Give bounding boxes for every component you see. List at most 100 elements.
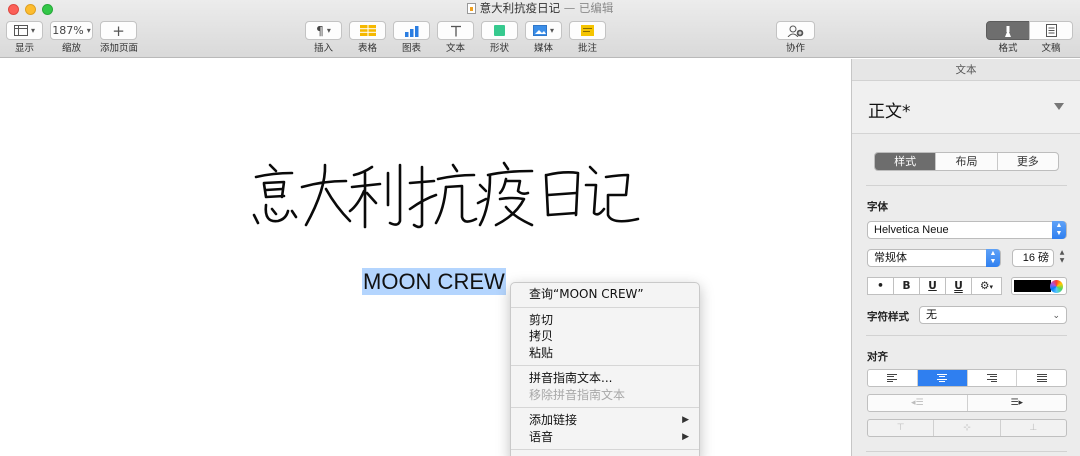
up-down-chevron-icon: ▲ ▼ — [1052, 221, 1066, 239]
font-section-label: 字体 — [867, 201, 888, 213]
menu-item-speech-label: 语音 — [529, 429, 554, 444]
media-label: 媒体 — [533, 43, 553, 54]
window-edited-status: — 已编辑 — [563, 1, 614, 15]
char-style-value: 无 — [926, 309, 937, 321]
align-right-button[interactable] — [968, 370, 1018, 386]
tab-more[interactable]: 更多 — [998, 153, 1058, 170]
bar-chart-icon — [404, 25, 418, 37]
window-title: 意大利抗疫日记 — 已编辑 — [0, 1, 1080, 15]
document-label: 文稿 — [1041, 43, 1061, 54]
toolbar: 意大利抗疫日记 — 已编辑 ▾ 显示 187% ▾ 缩放 + 添加页面 ¶ ▾ 插入… — [0, 0, 1080, 58]
font-size-field[interactable]: 16 磅 — [1012, 249, 1054, 267]
menu-item-add-link-label: 添加链接 — [529, 413, 578, 427]
increase-indent-button[interactable]: ☰▸ — [968, 395, 1067, 411]
plus-icon: + — [112, 21, 125, 40]
decrease-indent-button[interactable]: ◂☰ — [868, 395, 968, 411]
indent-buttons: ◂☰ ☰▸ — [867, 394, 1067, 412]
comment-label: 批注 — [577, 43, 597, 54]
context-menu: 查询“MOON CREW” 剪切 拷贝 粘贴 拼音指南文本... 移除拼音指南文… — [510, 282, 700, 456]
format-inspector: 文本 正文* 样式 布局 更多 字体 Helvetica Neue ▲ ▼ 常规体… — [851, 59, 1080, 456]
text-format-buttons: • B U U ⚙▾ — [867, 277, 1002, 295]
zoom-popup[interactable]: 187% ▾ — [50, 21, 93, 40]
format-label: 格式 — [998, 43, 1018, 54]
insert-button[interactable]: ¶ ▾ — [305, 21, 342, 40]
double-underline-button[interactable]: U — [945, 277, 972, 295]
format-inspector-button[interactable] — [986, 21, 1030, 40]
add-page-button[interactable]: + — [100, 21, 137, 40]
font-family-popup[interactable]: Helvetica Neue ▲ ▼ — [867, 221, 1067, 239]
bullet-button[interactable]: • — [867, 277, 894, 295]
submenu-arrow-icon: ▶ — [682, 415, 689, 425]
up-down-chevron-icon: ▲ ▼ — [986, 249, 1000, 267]
collaborate-icon — [787, 25, 804, 37]
chevron-down-icon: ▾ — [989, 283, 993, 291]
submenu-arrow-icon: ▶ — [682, 431, 689, 442]
text-options-button[interactable]: ⚙▾ — [971, 277, 1002, 295]
underline-button[interactable]: U — [919, 277, 946, 295]
align-top-icon: ⊤ — [896, 423, 905, 433]
menu-item-phonetic-guide[interactable]: 拼音指南文本... — [511, 370, 699, 387]
align-section-label: 对齐 — [867, 351, 888, 363]
document-canvas[interactable]: MOON CREW — [0, 59, 851, 456]
zoom-label: 缩放 — [61, 43, 81, 54]
media-button[interactable]: ▾ — [525, 21, 562, 40]
menu-item-copy[interactable]: 拷贝 — [511, 328, 699, 345]
zoom-value: 187% — [52, 24, 84, 37]
font-size-stepper[interactable]: ▲ ▼ — [1057, 249, 1067, 267]
text-button[interactable] — [437, 21, 474, 40]
table-label: 表格 — [357, 43, 377, 54]
table-button[interactable] — [349, 21, 386, 40]
document-inspector-button[interactable] — [1029, 21, 1073, 40]
sidebar-view-icon — [13, 25, 28, 36]
align-middle-button[interactable]: ⊹ — [934, 420, 1001, 436]
table-icon — [359, 25, 376, 36]
add-page-label: 添加页面 — [99, 43, 138, 54]
disclosure-triangle-icon — [1054, 103, 1064, 110]
chevron-down-icon: ⌄ — [1052, 310, 1060, 320]
chevron-down-icon: ▾ — [86, 26, 91, 35]
align-right-icon — [986, 372, 997, 384]
bold-button[interactable]: B — [893, 277, 920, 295]
chart-button[interactable] — [393, 21, 430, 40]
comment-button[interactable] — [569, 21, 606, 40]
tab-layout[interactable]: 布局 — [936, 153, 998, 170]
align-justify-button[interactable] — [1017, 370, 1066, 386]
color-wheel-icon[interactable] — [1050, 280, 1063, 293]
shape-label: 形状 — [489, 43, 509, 54]
align-bottom-button[interactable]: ⊥ — [1001, 420, 1066, 436]
char-style-popup[interactable]: 无 ⌄ — [919, 306, 1067, 324]
menu-item-paste[interactable]: 粘贴 — [511, 345, 699, 362]
align-left-button[interactable] — [868, 370, 918, 386]
selected-text[interactable]: MOON CREW — [362, 268, 506, 295]
menu-item-lookup[interactable]: 查询“MOON CREW” — [511, 286, 699, 303]
align-top-button[interactable]: ⊤ — [868, 420, 935, 436]
menu-item-add-link[interactable]: 添加链接 ▶ — [511, 412, 699, 429]
align-middle-icon: ⊹ — [963, 423, 971, 433]
menu-item-cut[interactable]: 剪切 — [511, 312, 699, 329]
alignment-buttons — [867, 369, 1067, 387]
tab-style[interactable]: 样式 — [875, 153, 937, 170]
text-color-well[interactable] — [1011, 277, 1067, 295]
align-center-button[interactable] — [917, 370, 968, 386]
font-family-value: Helvetica Neue — [874, 224, 949, 236]
view-button[interactable]: ▾ — [6, 21, 43, 40]
document-icon — [1045, 24, 1057, 37]
char-style-label: 字符样式 — [867, 311, 909, 323]
collaborate-button[interactable] — [776, 21, 815, 40]
chevron-down-icon: ▾ — [326, 26, 331, 35]
menu-item-speech[interactable]: 语音 ▶ — [511, 429, 699, 446]
font-size-value: 16 磅 — [1022, 252, 1049, 264]
paragraph-style-name: 正文* — [868, 102, 911, 122]
increase-indent-icon: ☰▸ — [1010, 398, 1024, 408]
font-typeface-popup[interactable]: 常规体 ▲ ▼ — [867, 249, 1001, 267]
inspector-header: 文本 — [852, 59, 1080, 81]
paragraph-style-popup[interactable]: 正文* — [852, 81, 1080, 134]
text-box-icon — [450, 25, 461, 36]
shape-button[interactable] — [481, 21, 518, 40]
pilcrow-icon: ¶ — [316, 23, 324, 38]
menu-separator — [511, 407, 699, 408]
divider — [866, 335, 1067, 336]
align-center-icon — [937, 372, 948, 384]
chevron-down-icon: ▾ — [549, 26, 554, 35]
align-justify-icon — [1036, 372, 1047, 384]
